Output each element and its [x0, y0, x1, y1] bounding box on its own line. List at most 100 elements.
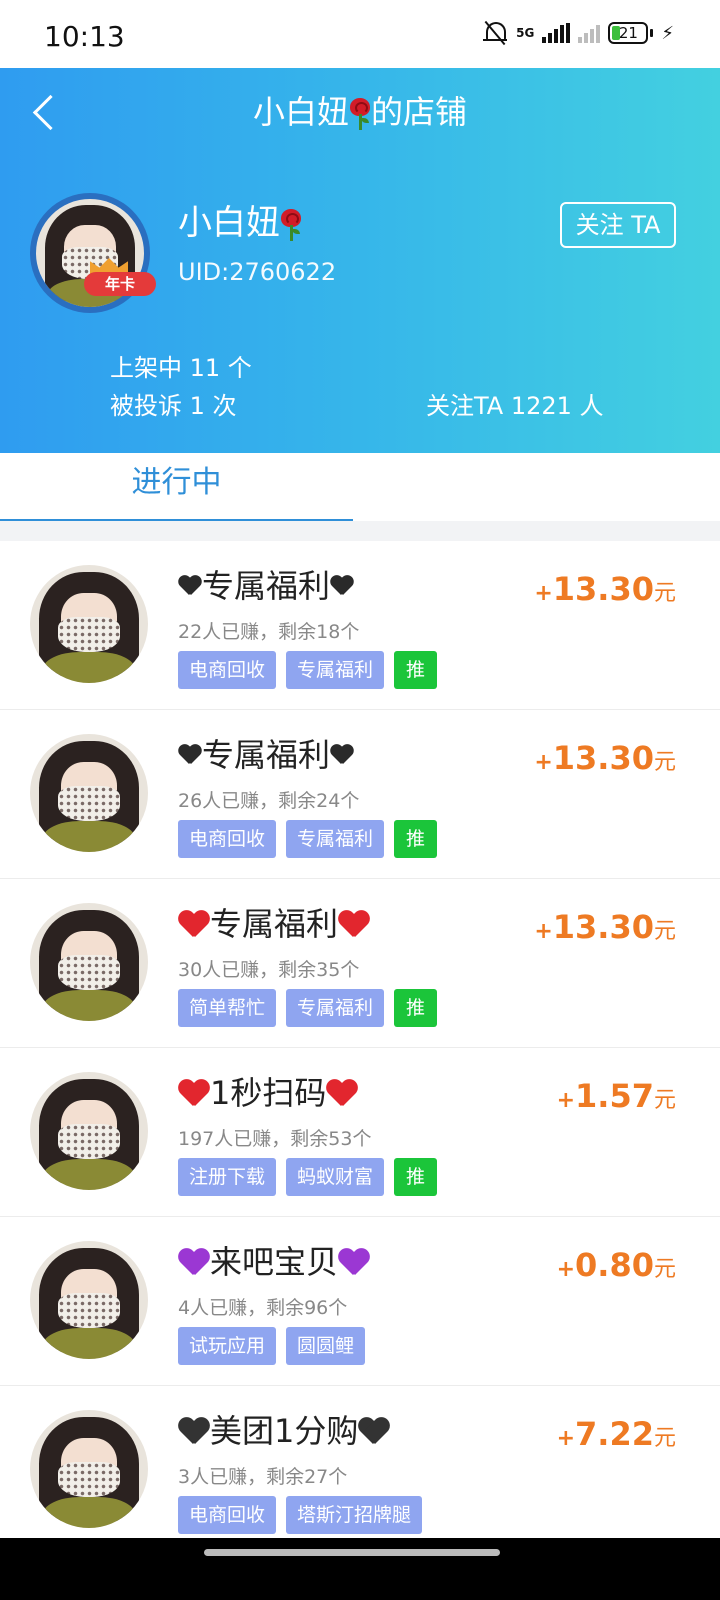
bell-off-icon	[482, 20, 508, 46]
tag: 试玩应用	[178, 1327, 277, 1365]
shop-uid: UID:2760622	[178, 258, 337, 286]
signal-icon	[578, 23, 601, 43]
follow-button[interactable]: 关注 TA	[560, 202, 676, 248]
task-stats: 4人已赚，剩余96个	[178, 1297, 348, 1319]
task-title-text: 1秒扫码	[210, 1074, 327, 1112]
task-tags: 简单帮忙 专属福利 推	[178, 989, 438, 1027]
status-bar: 10:13 5G 21 ⚡	[0, 0, 720, 68]
task-title-text: 来吧宝贝	[210, 1243, 339, 1281]
price-value: 13.30	[552, 570, 654, 608]
purple-heart-icon	[338, 1247, 370, 1277]
badge-label: 年卡	[84, 272, 156, 296]
tag: 专属福利	[286, 820, 385, 858]
task-row[interactable]: 专属福利 22人已赚，剩余18个 电商回收 专属福利 推 +13.30元	[0, 541, 720, 710]
rose-icon	[280, 207, 302, 243]
push-tag: 推	[394, 820, 438, 858]
tag: 专属福利	[286, 989, 385, 1027]
network-type: 5G	[516, 25, 535, 40]
task-stats: 22人已赚，剩余18个	[178, 621, 360, 643]
on-shelf-count: 上架中 11 个	[110, 354, 252, 382]
avatar	[30, 1410, 148, 1528]
task-tags: 电商回收 专属福利 推	[178, 651, 438, 689]
task-tags: 电商回收 专属福利 推	[178, 820, 438, 858]
tag: 专属福利	[286, 651, 385, 689]
tag: 简单帮忙	[178, 989, 277, 1027]
black-heart-icon	[178, 744, 202, 766]
task-title: 专属福利	[178, 899, 370, 949]
tag: 塔斯汀招牌腿	[286, 1496, 423, 1534]
rose-icon	[349, 96, 371, 132]
task-title-text: 专属福利	[202, 567, 331, 605]
status-icons: 5G 21 ⚡	[482, 20, 674, 46]
task-list: 专属福利 22人已赚，剩余18个 电商回收 专属福利 推 +13.30元 专属福…	[0, 541, 720, 1555]
push-tag: 推	[394, 989, 438, 1027]
task-title-text: 专属福利	[202, 736, 331, 774]
push-tag: 推	[394, 1158, 438, 1196]
avatar	[30, 1241, 148, 1359]
task-title: 专属福利	[178, 561, 354, 611]
tag: 电商回收	[178, 651, 277, 689]
task-row[interactable]: 专属福利 26人已赚，剩余24个 电商回收 专属福利 推 +13.30元	[0, 710, 720, 879]
follower-count: 关注TA 1221 人	[426, 392, 604, 420]
task-row[interactable]: 专属福利 30人已赚，剩余35个 简单帮忙 专属福利 推 +13.30元	[0, 879, 720, 1048]
battery-icon: 21	[608, 22, 649, 44]
task-price: +1.57元	[557, 1076, 676, 1121]
task-tags: 试玩应用 圆圆鲤	[178, 1327, 366, 1365]
title-suffix: 的店铺	[371, 93, 468, 131]
task-title: 来吧宝贝	[178, 1237, 370, 1287]
tag: 蚂蚁财富	[286, 1158, 385, 1196]
shop-name: 小白妞	[178, 200, 302, 246]
battery-level: 21	[618, 24, 638, 42]
task-stats: 197人已赚，剩余53个	[178, 1128, 372, 1150]
price-sign: +	[534, 750, 553, 775]
charging-icon: ⚡	[661, 22, 674, 44]
task-title: 1秒扫码	[178, 1068, 358, 1118]
task-title-text: 美团1分购	[210, 1412, 359, 1450]
price-sign: +	[534, 919, 553, 944]
price-sign: +	[534, 581, 553, 606]
tag: 电商回收	[178, 820, 277, 858]
tag: 电商回收	[178, 1496, 277, 1534]
red-heart-icon	[178, 1078, 210, 1108]
task-title: 美团1分购	[178, 1406, 390, 1456]
signal-icon	[542, 23, 571, 43]
task-price: +13.30元	[534, 907, 676, 952]
task-stats: 30人已赚，剩余35个	[178, 959, 360, 981]
complaint-count: 被投诉 1 次	[110, 392, 237, 420]
annual-card-badge: 年卡	[84, 258, 156, 298]
task-tags: 电商回收 塔斯汀招牌腿	[178, 1496, 423, 1534]
tab-in-progress[interactable]: 进行中	[0, 453, 353, 521]
page-title: 小白妞 的店铺	[0, 90, 720, 134]
task-row[interactable]: 美团1分购 3人已赚，剩余27个 电商回收 塔斯汀招牌腿 +7.22元	[0, 1386, 720, 1555]
price-unit: 元	[653, 581, 676, 606]
task-stats: 26人已赚，剩余24个	[178, 790, 360, 812]
task-row[interactable]: 来吧宝贝 4人已赚，剩余96个 试玩应用 圆圆鲤 +0.80元	[0, 1217, 720, 1386]
price-value: 0.80	[575, 1246, 654, 1284]
task-price: +13.30元	[534, 569, 676, 614]
status-time: 10:13	[44, 20, 125, 53]
tag: 圆圆鲤	[286, 1327, 366, 1365]
home-indicator[interactable]	[204, 1549, 500, 1556]
task-stats: 3人已赚，剩余27个	[178, 1466, 348, 1488]
price-sign: +	[556, 1257, 576, 1282]
navigation-bar	[0, 1538, 720, 1600]
price-unit: 元	[653, 750, 676, 775]
shop-name-text: 小白妞	[178, 203, 280, 243]
avatar	[30, 1072, 148, 1190]
avatar	[30, 903, 148, 1021]
price-sign: +	[556, 1426, 576, 1451]
avatar	[30, 734, 148, 852]
tab-bar: 进行中	[0, 453, 720, 521]
task-row[interactable]: 1秒扫码 197人已赚，剩余53个 注册下载 蚂蚁财富 推 +1.57元	[0, 1048, 720, 1217]
price-unit: 元	[653, 1257, 676, 1282]
push-tag: 推	[394, 651, 438, 689]
black-heart-icon	[178, 575, 202, 597]
task-tags: 注册下载 蚂蚁财富 推	[178, 1158, 438, 1196]
tag: 注册下载	[178, 1158, 277, 1196]
price-unit: 元	[653, 1088, 676, 1113]
task-title-text: 专属福利	[210, 905, 339, 943]
red-heart-icon	[178, 909, 210, 939]
black-heart-icon	[358, 1416, 390, 1446]
title-shop-name: 小白妞	[252, 93, 349, 131]
black-heart-icon	[330, 744, 354, 766]
